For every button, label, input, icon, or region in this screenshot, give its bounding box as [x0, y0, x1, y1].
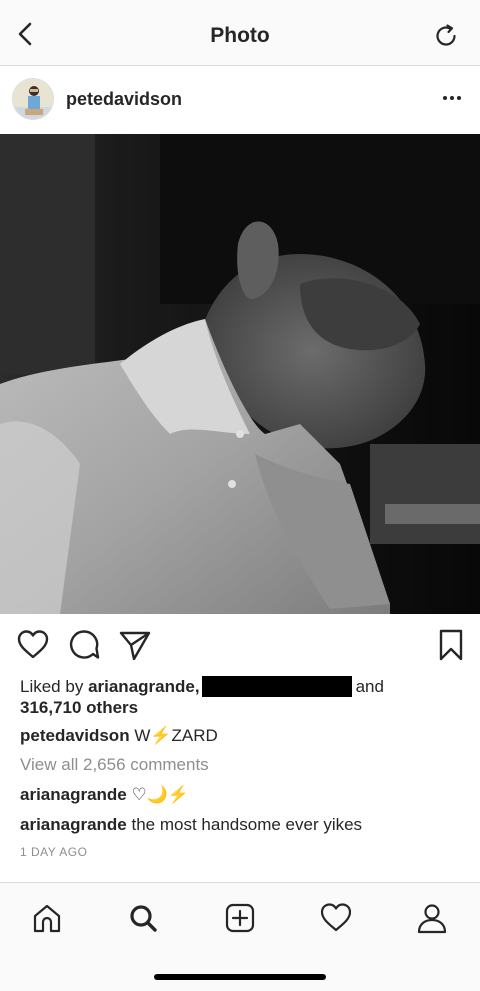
- comment-username[interactable]: arianagrande: [20, 785, 127, 804]
- heart-icon[interactable]: [16, 628, 50, 662]
- caption-text-b: ZARD: [171, 726, 218, 745]
- bolt-emoji: ⚡: [150, 726, 172, 745]
- profile-icon[interactable]: [415, 901, 449, 935]
- comment-icon[interactable]: [67, 628, 101, 662]
- home-indicator-area: [0, 958, 480, 991]
- post-caption: petedavidson W⚡ZARD: [20, 725, 218, 746]
- add-icon[interactable]: [223, 901, 257, 935]
- comment: arianagrande ♡🌙⚡: [20, 784, 189, 805]
- page-title: Photo: [210, 24, 270, 47]
- post-photo[interactable]: [0, 134, 480, 614]
- share-icon[interactable]: [118, 628, 152, 662]
- home-icon[interactable]: [30, 901, 64, 935]
- post-timestamp: 1 DAY AGO: [20, 845, 88, 859]
- caption-text-a: W: [134, 726, 151, 745]
- comment-text: the most handsome ever yikes: [131, 815, 363, 834]
- redaction-block: [201, 676, 352, 697]
- bottom-tab-bar: [0, 882, 480, 958]
- liked-by-text: Liked by arianagrande, and 316,710 others: [20, 676, 460, 718]
- post-username[interactable]: petedavidson: [66, 89, 182, 110]
- comment-username[interactable]: arianagrande: [20, 815, 127, 834]
- activity-heart-icon[interactable]: [319, 901, 353, 935]
- caption-username[interactable]: petedavidson: [20, 726, 130, 745]
- post-actions: [0, 622, 480, 666]
- top-nav-bar: Photo: [0, 0, 480, 66]
- home-indicator[interactable]: [154, 974, 326, 980]
- bookmark-icon[interactable]: [434, 628, 468, 662]
- comment: arianagrande the most handsome ever yike…: [20, 814, 362, 835]
- refresh-icon[interactable]: [432, 22, 460, 50]
- comment-text: ♡🌙⚡: [131, 785, 190, 804]
- more-icon[interactable]: [440, 88, 464, 108]
- search-icon[interactable]: [126, 901, 160, 935]
- liked-by-and: and: [355, 677, 384, 696]
- likes-count-link[interactable]: 316,710 others: [20, 698, 138, 717]
- view-all-comments-link[interactable]: View all 2,656 comments: [20, 755, 209, 775]
- liked-by-user-link[interactable]: arianagrande,: [88, 677, 200, 696]
- post-header: petedavidson: [0, 66, 480, 134]
- liked-by-prefix: Liked by: [20, 677, 84, 696]
- avatar[interactable]: [12, 78, 54, 120]
- avatar-image: [13, 79, 53, 119]
- post-photo-image: [0, 134, 480, 614]
